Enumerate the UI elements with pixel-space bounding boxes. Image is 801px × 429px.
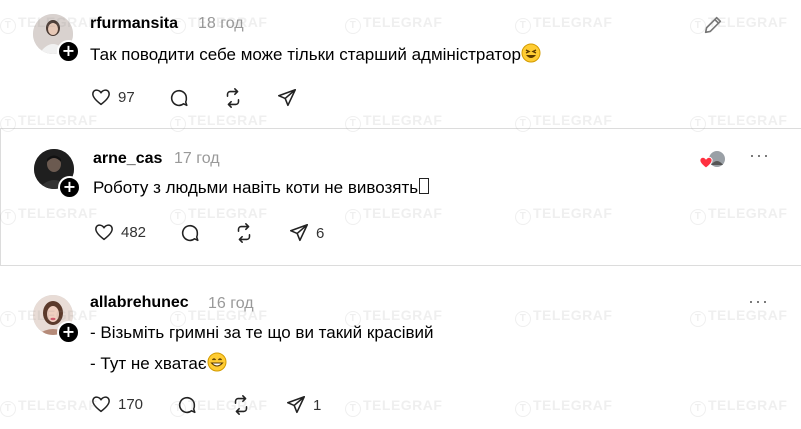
post-text-line: - Візьміть гримні за те що ви такий крас… xyxy=(90,323,434,342)
follow-plus-button[interactable]: + xyxy=(58,176,81,199)
missing-glyph-icon xyxy=(419,178,430,194)
post-2: + arne_cas 17 год ··· Роботу з людьми на… xyxy=(0,128,801,266)
like-count: 482 xyxy=(121,223,147,241)
more-icon[interactable]: ··· xyxy=(749,145,770,166)
post-text-line: Так поводити себе може тільки старший ад… xyxy=(90,45,521,64)
like-button[interactable]: 482 xyxy=(93,221,146,243)
more-icon[interactable]: ··· xyxy=(748,291,769,312)
post-1: + rfurmansita 18 год Так поводити себе м… xyxy=(0,0,801,128)
heart-icon xyxy=(95,224,113,241)
post-3: + allabrehunec 16 год ··· - Візьміть гри… xyxy=(0,273,801,429)
timestamp: 16 год xyxy=(208,295,254,312)
share-icon[interactable] xyxy=(276,87,298,109)
follow-plus-button[interactable]: + xyxy=(57,40,80,63)
share-button[interactable]: 1 xyxy=(285,394,321,416)
heart-icon xyxy=(92,89,110,106)
repost-icon[interactable] xyxy=(233,222,255,244)
like-button[interactable]: 97 xyxy=(90,86,135,108)
share-icon xyxy=(286,395,306,414)
timestamp: 17 год xyxy=(174,150,220,167)
share-count: 1 xyxy=(313,396,322,414)
share-count: 6 xyxy=(316,224,325,242)
repost-icon[interactable] xyxy=(222,87,244,109)
laughing-emoji-icon xyxy=(521,42,541,73)
edit-pencil-icon[interactable] xyxy=(702,14,724,36)
repost-icon[interactable] xyxy=(230,394,252,416)
like-button[interactable]: 170 xyxy=(90,393,143,415)
comment-icon[interactable] xyxy=(168,87,190,109)
post-text-line: Роботу з людьми навіть коти не вивозять xyxy=(93,178,419,197)
liked-by-avatar-icon[interactable] xyxy=(699,149,727,171)
timestamp: 18 год xyxy=(198,15,244,32)
comment-icon[interactable] xyxy=(176,394,198,416)
username[interactable]: rfurmansita xyxy=(90,15,178,33)
follow-plus-button[interactable]: + xyxy=(57,321,80,344)
post-text: - Візьміть гримні за те що ви такий крас… xyxy=(90,317,434,382)
heart-icon xyxy=(92,396,110,413)
like-count: 97 xyxy=(118,88,135,106)
post-text-line: - Тут не хватає xyxy=(90,354,207,373)
username[interactable]: allabrehunec xyxy=(90,294,189,312)
share-icon xyxy=(289,223,309,242)
like-count: 170 xyxy=(118,395,144,413)
post-text: Так поводити себе може тільки старший ад… xyxy=(90,39,541,73)
username[interactable]: arne_cas xyxy=(93,150,162,168)
comment-icon[interactable] xyxy=(179,222,201,244)
grinning-emoji-icon xyxy=(207,351,227,382)
share-button[interactable]: 6 xyxy=(288,222,324,244)
post-text: Роботу з людьми навіть коти не вивозять xyxy=(93,172,430,203)
